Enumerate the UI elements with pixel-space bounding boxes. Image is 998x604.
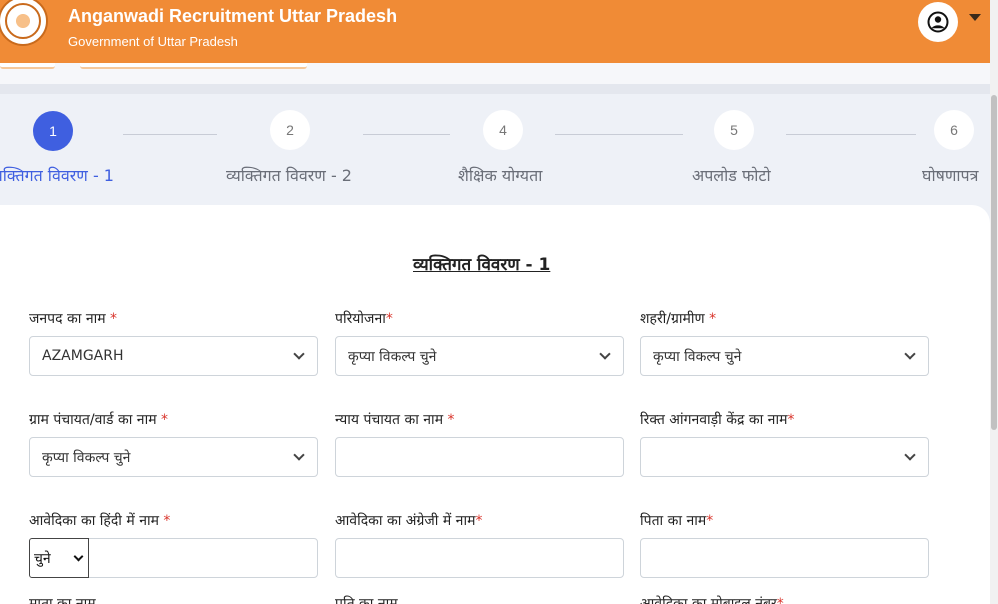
caret-down-icon[interactable] <box>969 14 981 21</box>
chevron-down-icon <box>293 449 305 461</box>
vacant-center-select[interactable] <box>640 437 929 477</box>
step-connector <box>555 134 683 135</box>
chevron-down-icon <box>73 551 84 562</box>
application-page: Anganwadi Recruitment Uttar Pradesh Gove… <box>0 0 998 604</box>
user-avatar-button[interactable] <box>918 2 958 42</box>
project-select-value: कृप्या विकल्प चुने <box>348 348 437 365</box>
mother-name-label: माता का नाम <box>29 596 96 604</box>
step-connector <box>123 134 217 135</box>
nav-tab-stub[interactable] <box>80 63 307 69</box>
project-select[interactable]: कृप्या विकल्प चुने <box>335 336 624 376</box>
area-type-label: शहरी/ग्रामीण * <box>640 311 717 327</box>
nyay-panchayat-input[interactable] <box>335 437 624 477</box>
step-connector <box>363 134 450 135</box>
step-5-label: अपलोड फोटो <box>692 166 771 185</box>
father-name-label: पिता का नाम* <box>640 513 714 529</box>
step-4-circle[interactable]: 4 <box>483 110 523 150</box>
name-prefix-value: चुने <box>34 550 51 567</box>
app-subtitle: Government of Uttar Pradesh <box>68 34 238 49</box>
app-title: Anganwadi Recruitment Uttar Pradesh <box>68 6 398 26</box>
chevron-down-icon <box>904 348 916 360</box>
chevron-down-icon <box>904 449 916 461</box>
step-2-circle[interactable]: 2 <box>270 110 310 150</box>
district-select-value: AZAMGARH <box>42 348 124 364</box>
hindi-name-label: आवेदिका का हिंदी में नाम * <box>29 513 171 529</box>
step-1-label: व्यक्तिगत विवरण - 1 <box>0 166 114 185</box>
panchayat-select[interactable]: कृप्या विकल्प चुने <box>29 437 318 477</box>
step-6-circle[interactable]: 6 <box>934 110 974 150</box>
father-name-input[interactable] <box>640 538 929 578</box>
step-connector <box>786 134 916 135</box>
up-govt-emblem-logo <box>0 0 48 46</box>
nyay-panchayat-label: न्याय पंचायत का नाम * <box>335 412 455 428</box>
english-name-input[interactable] <box>335 538 624 578</box>
name-prefix-select[interactable]: चुने <box>29 538 89 578</box>
english-name-label: आवेदिका का अंग्रेजी में नाम* <box>335 513 483 529</box>
page-scrollbar-thumb[interactable] <box>991 95 997 430</box>
project-label: परियोजना* <box>335 311 393 327</box>
panchayat-label: ग्राम पंचायत/वार्ड का नाम * <box>29 412 169 428</box>
form-title: व्यक्तिगत विवरण - 1 <box>413 255 551 275</box>
district-select[interactable]: AZAMGARH <box>29 336 318 376</box>
area-type-select[interactable]: कृप्या विकल्प चुने <box>640 336 929 376</box>
chevron-down-icon <box>293 348 305 360</box>
app-header: Anganwadi Recruitment Uttar Pradesh Gove… <box>0 0 990 63</box>
nav-tab-stub[interactable] <box>0 63 55 69</box>
user-circle-icon <box>927 11 949 33</box>
step-2-label: व्यक्तिगत विवरण - 2 <box>226 166 352 185</box>
panchayat-select-value: कृप्या विकल्प चुने <box>42 449 131 466</box>
husband-name-label: पति का नाम <box>335 596 398 604</box>
divider-band <box>0 84 990 94</box>
step-5-circle[interactable]: 5 <box>714 110 754 150</box>
vacant-center-label: रिक्त आंगनवाड़ी केंद्र का नाम* <box>640 412 795 428</box>
step-4-label: शैक्षिक योग्यता <box>458 166 543 185</box>
step-1-circle[interactable]: 1 <box>33 111 73 151</box>
step-6-label: घोषणापत्र <box>922 166 979 185</box>
chevron-down-icon <box>599 348 611 360</box>
mobile-number-label: आवेदिका का मोबाइल नंबर* <box>640 596 784 604</box>
area-type-select-value: कृप्या विकल्प चुने <box>653 348 742 365</box>
district-label: जनपद का नाम * <box>29 311 118 327</box>
